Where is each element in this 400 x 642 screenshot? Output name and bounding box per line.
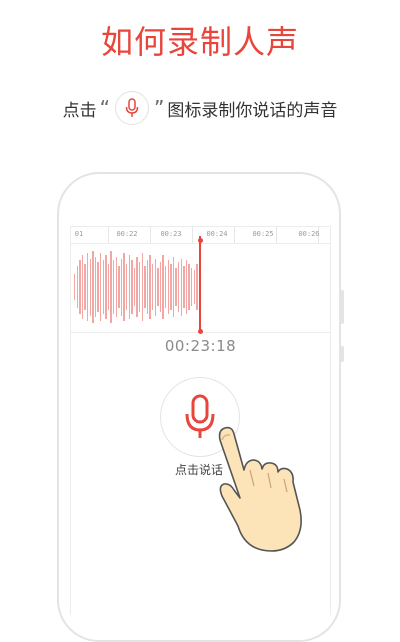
waveform-bar — [128, 254, 130, 320]
waveform-bar — [110, 250, 112, 324]
waveform-bar — [81, 254, 84, 320]
instruction-line: 点击 “ ” 图标录制你说话的声音 — [0, 88, 400, 128]
playhead-handle-top[interactable] — [197, 238, 203, 243]
waveform-bar — [165, 266, 167, 308]
waveform-bar — [131, 260, 133, 314]
waveform-bar — [87, 252, 89, 322]
waveform-bar — [193, 269, 195, 305]
waveform-bar — [100, 252, 102, 322]
ruler-label: 00:22 — [116, 230, 138, 238]
hand-pointer-icon — [218, 426, 302, 552]
waveform-bar — [196, 264, 198, 310]
waveform-bar — [79, 260, 81, 314]
ruler-label: 00:25 — [252, 230, 274, 238]
waveform-bar — [183, 266, 185, 308]
waveform-bar — [92, 250, 94, 324]
waveform-bar — [178, 262, 180, 312]
waveform-bar — [84, 264, 86, 310]
waveform-bar — [105, 254, 107, 320]
instruction-prefix: 点击 — [62, 100, 97, 121]
ruler-label: 01 — [74, 230, 84, 238]
waveform-bar — [188, 264, 190, 310]
waveform-bar — [144, 266, 146, 308]
ruler-tick — [192, 227, 193, 243]
waveform-bar — [133, 268, 136, 306]
phone-side-button — [339, 290, 344, 324]
instruction-suffix: 图标录制你说话的声音 — [167, 100, 338, 121]
microphone-icon — [125, 98, 139, 117]
phone-side-button-lower — [339, 346, 344, 362]
waveform-bar — [180, 258, 182, 316]
waveform-bar — [185, 260, 188, 314]
quote-close: ” — [154, 96, 165, 120]
ruler-label: 00:23 — [160, 230, 182, 238]
waveform-bar — [89, 258, 91, 316]
quote-open: “ — [99, 96, 110, 120]
waveform-bar — [146, 260, 149, 314]
ruler-label: 00:24 — [206, 230, 228, 238]
waveform-bar — [123, 252, 125, 322]
waveform-bar — [149, 254, 151, 320]
waveform-bar — [115, 256, 117, 318]
elapsed-time: 00:23:18 — [164, 337, 237, 355]
waveform-bar — [120, 258, 123, 316]
playhead-handle-bottom[interactable] — [197, 329, 203, 334]
waveform-bar — [141, 252, 143, 322]
waveform-bar — [159, 262, 162, 312]
waveform-bar — [94, 256, 97, 318]
waveform-bar — [152, 264, 154, 310]
waveform-bar — [191, 268, 193, 306]
waveform-bar — [113, 260, 115, 314]
waveform-bar — [118, 266, 120, 308]
recorder-screen: 01 00:22 00:23 00:24 00:25 00:26 00:23:1… — [70, 226, 331, 615]
waveform-bar — [157, 268, 159, 306]
playhead[interactable] — [199, 236, 201, 333]
waveform-bar — [167, 260, 169, 314]
waveform-bar — [154, 258, 156, 316]
waveform-bar — [162, 254, 164, 320]
waveform-bar — [136, 256, 138, 318]
waveform-bar — [102, 260, 104, 314]
waveform-bar — [74, 273, 76, 301]
waveform-bar — [107, 264, 110, 310]
waveform-bar — [175, 268, 177, 306]
waveform-bar — [170, 264, 172, 310]
ruler-label: 00:26 — [298, 230, 320, 238]
waveform-bar — [172, 256, 175, 318]
page-title: 如何录制人声 — [100, 23, 299, 61]
waveform-bar — [139, 262, 141, 312]
waveform-bar — [126, 264, 128, 310]
waveform-bar — [76, 266, 78, 308]
microphone-badge — [115, 91, 149, 125]
waveform-bar — [97, 262, 99, 312]
